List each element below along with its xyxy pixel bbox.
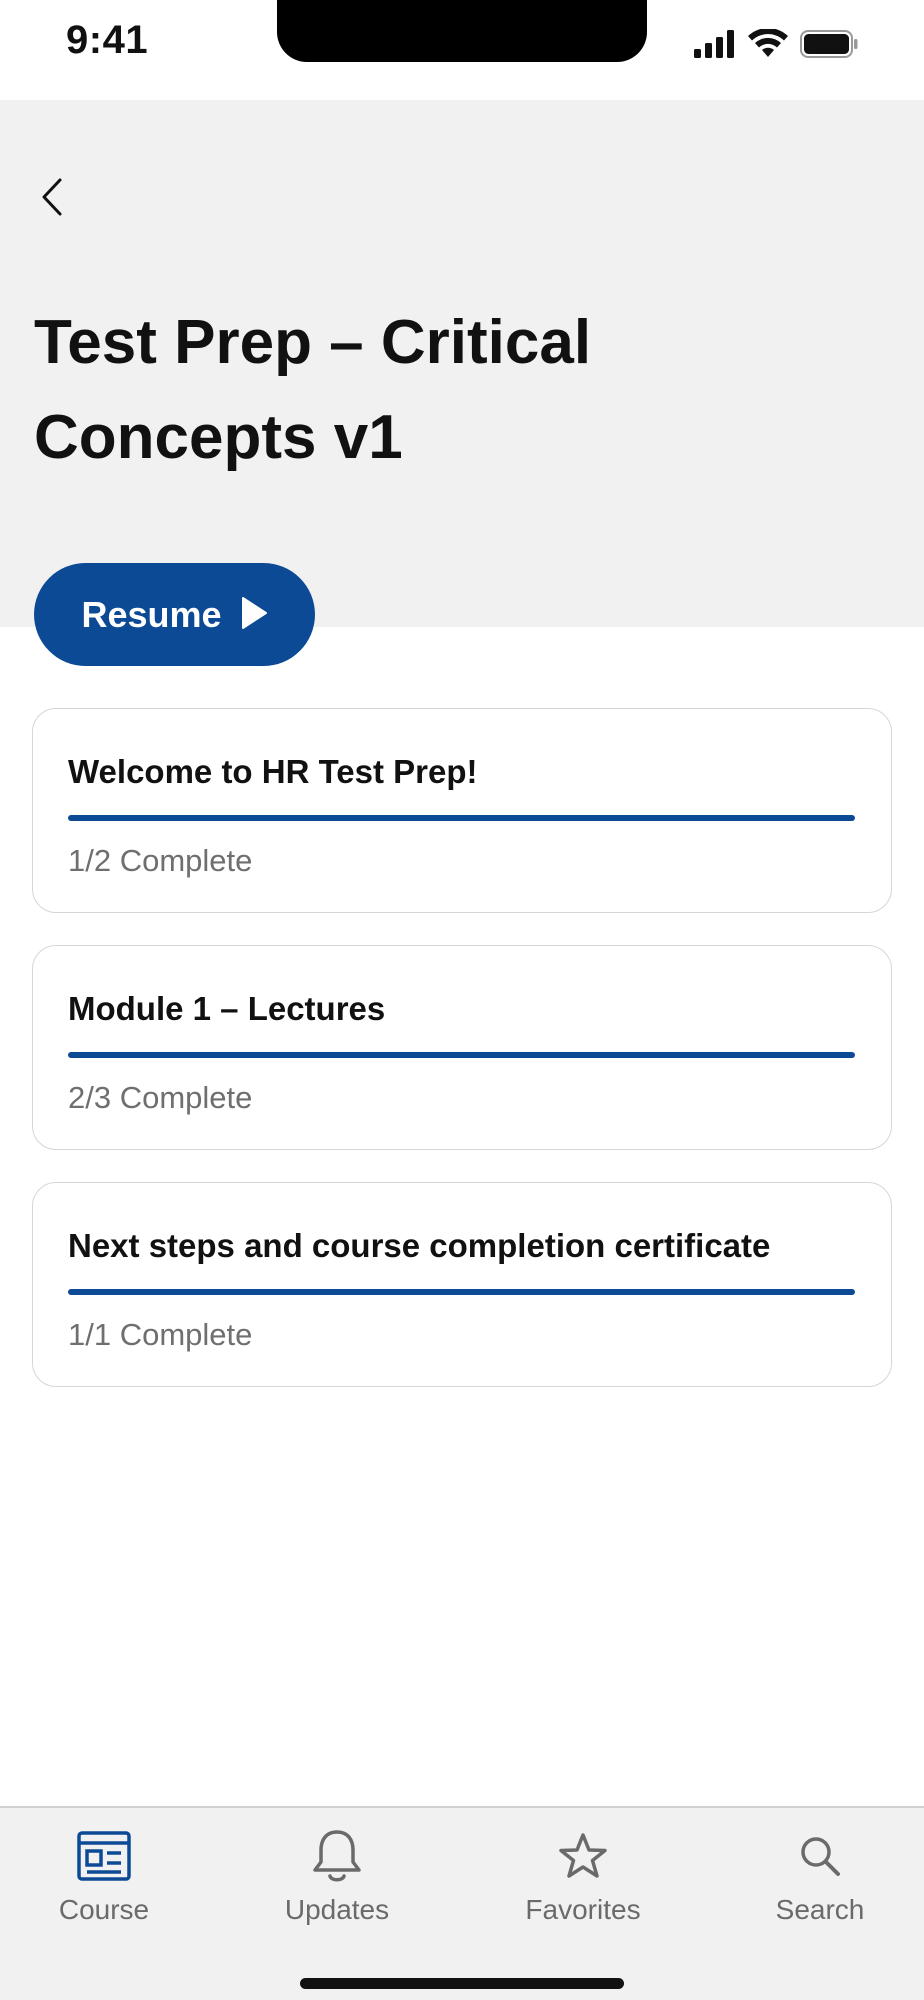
search-icon [792, 1828, 848, 1884]
cellular-signal-icon [694, 29, 736, 63]
module-card[interactable]: Next steps and course completion certifi… [32, 1182, 892, 1387]
tab-bar: Course Updates Favorites Search [0, 1806, 924, 2000]
home-indicator [300, 1978, 624, 1989]
tab-favorites[interactable]: Favorites [493, 1828, 673, 1938]
module-progress-bar [68, 815, 855, 821]
page-title: Test Prep – Critical Concepts v1 [34, 308, 592, 472]
tab-label: Updates [284, 1894, 390, 1925]
tab-updates[interactable]: Updates [247, 1828, 427, 1938]
module-card[interactable]: Welcome to HR Test Prep! 1/2 Complete [32, 708, 892, 913]
status-bar: 9:41 [0, 0, 924, 100]
star-icon [555, 1828, 611, 1884]
module-progress-bar [68, 1052, 855, 1058]
tab-label: Search [775, 1894, 865, 1925]
module-title: Welcome to HR Test Prep! [68, 753, 478, 790]
module-title: Module 1 – Lectures [68, 990, 386, 1027]
battery-icon [800, 29, 858, 63]
bell-icon [309, 1828, 365, 1884]
play-icon [240, 596, 268, 633]
course-icon [76, 1828, 132, 1884]
status-icons [694, 27, 858, 64]
back-button[interactable] [30, 172, 74, 226]
module-progress-fill [68, 815, 855, 821]
wifi-icon [748, 27, 788, 64]
resume-label: Resume [81, 593, 222, 635]
module-status: 1/2 Complete [68, 843, 253, 878]
tab-label: Favorites [525, 1894, 641, 1925]
status-time: 9:41 [66, 18, 149, 62]
module-status: 2/3 Complete [68, 1080, 253, 1115]
course-header: Test Prep – Critical Concepts v1 [0, 100, 924, 627]
notch [277, 0, 647, 62]
module-list: Welcome to HR Test Prep! 1/2 Complete Mo… [32, 708, 892, 1419]
module-progress-bar [68, 1289, 855, 1295]
module-card[interactable]: Module 1 – Lectures 2/3 Complete [32, 945, 892, 1150]
resume-button[interactable]: Resume [34, 563, 315, 666]
tab-label: Course [58, 1894, 150, 1925]
tab-course[interactable]: Course [14, 1828, 194, 1938]
module-title: Next steps and course completion certifi… [68, 1227, 771, 1264]
chevron-left-icon [40, 177, 64, 222]
module-progress-fill [68, 1052, 855, 1058]
module-progress-fill [68, 1289, 855, 1295]
module-status: 1/1 Complete [68, 1317, 253, 1352]
course-screen: 9:41 Test Prep – Critical Concepts v1 Re… [0, 0, 924, 2000]
tab-search[interactable]: Search [730, 1828, 910, 1938]
